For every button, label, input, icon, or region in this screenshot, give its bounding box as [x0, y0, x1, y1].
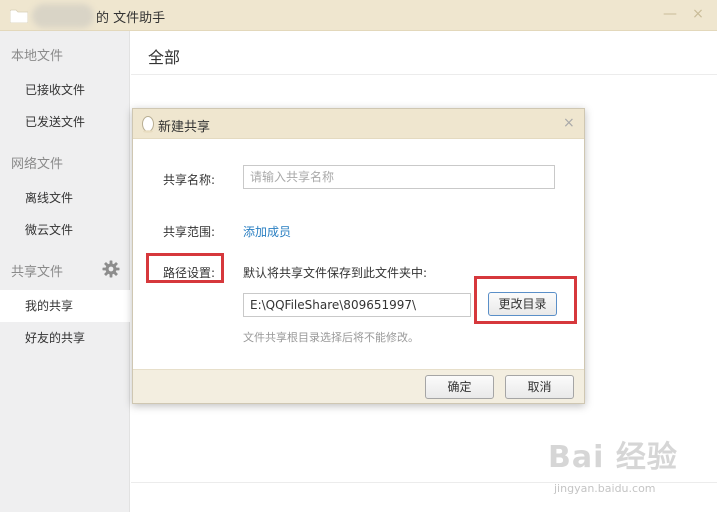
share-scope-label: 共享范围: — [163, 225, 216, 239]
new-share-dialog: 新建共享 × 共享名称: 共享范围: 添加成员 路径设置: 默认将共享文件保存到… — [132, 108, 585, 404]
cancel-button[interactable]: 取消 — [505, 375, 574, 399]
dialog-header: 新建共享 × — [133, 109, 584, 139]
window-title: 的 文件助手 — [96, 11, 166, 26]
qq-penguin-icon — [142, 116, 154, 133]
dialog-close-icon[interactable]: × — [563, 115, 575, 131]
blurred-username — [32, 4, 94, 28]
baidu-jingyan-watermark: Bai 经验 jingyan.baidu.com — [548, 432, 708, 498]
header-divider — [131, 74, 717, 75]
sidebar-item-weiyun[interactable]: 微云文件 — [0, 214, 130, 246]
sidebar-section-network: 网络文件 — [11, 157, 64, 172]
sidebar-item-offline[interactable]: 离线文件 — [0, 182, 130, 214]
sidebar-section-share: 共享文件 — [11, 265, 64, 280]
sidebar-item-sent[interactable]: 已发送文件 — [0, 106, 130, 138]
share-name-input[interactable] — [243, 165, 555, 189]
path-description: 默认将共享文件保存到此文件夹中: — [243, 266, 428, 280]
title-bar: 的 文件助手 — × — [0, 0, 717, 31]
watermark-url: jingyan.baidu.com — [554, 482, 656, 495]
change-directory-button[interactable]: 更改目录 — [488, 292, 557, 316]
sidebar-section-local: 本地文件 — [11, 49, 64, 64]
sidebar: 本地文件 已接收文件 已发送文件 网络文件 离线文件 微云文件 共享文件 我的共… — [0, 31, 130, 512]
share-name-label: 共享名称: — [163, 173, 216, 187]
sidebar-item-received[interactable]: 已接收文件 — [0, 74, 130, 106]
gear-icon[interactable] — [102, 260, 120, 278]
add-member-link[interactable]: 添加成员 — [243, 223, 291, 240]
share-path-input[interactable] — [243, 293, 471, 317]
path-setting-label: 路径设置: — [163, 266, 216, 280]
minimize-button[interactable]: — — [662, 6, 678, 22]
path-hint: 文件共享根目录选择后将不能修改。 — [243, 331, 419, 344]
sidebar-item-friend-share[interactable]: 好友的共享 — [0, 322, 130, 354]
dialog-footer: 确定 取消 — [133, 369, 584, 403]
page-title: 全部 — [148, 48, 181, 67]
folder-icon — [10, 9, 28, 23]
ok-button[interactable]: 确定 — [425, 375, 494, 399]
sidebar-item-my-share[interactable]: 我的共享 — [0, 290, 130, 322]
close-window-button[interactable]: × — [690, 6, 706, 22]
dialog-title: 新建共享 — [158, 120, 211, 135]
watermark-brand: Bai 经验 — [548, 440, 678, 475]
